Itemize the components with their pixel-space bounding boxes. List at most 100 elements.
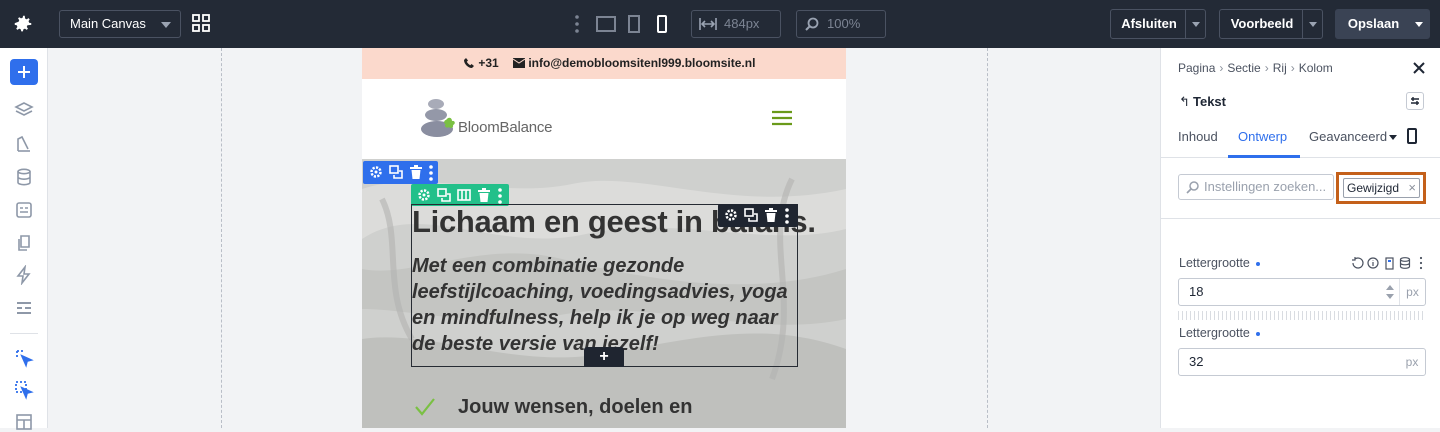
layers-icon[interactable]: [14, 100, 34, 120]
select-icon[interactable]: [14, 348, 34, 368]
mobile-icon[interactable]: [656, 14, 668, 34]
forms-icon[interactable]: [14, 200, 34, 220]
add-element-button[interactable]: [10, 59, 38, 85]
phone-contact[interactable]: +31: [463, 48, 499, 79]
zoom-input[interactable]: 100%: [796, 10, 886, 38]
element-toolbar[interactable]: [718, 204, 798, 227]
columns-icon[interactable]: [457, 188, 471, 202]
gear-icon[interactable]: [12, 13, 34, 35]
kebab-icon[interactable]: [428, 165, 434, 181]
tab-geavanceerd-label: Geavanceerd: [1309, 129, 1388, 144]
modified-dot: [1255, 261, 1260, 266]
close-button[interactable]: Afsluiten: [1110, 9, 1206, 39]
stepper-icon[interactable]: [1385, 283, 1395, 301]
phone-icon: [464, 58, 474, 68]
canvas-width-input[interactable]: 484px: [691, 10, 781, 38]
kebab-icon[interactable]: [574, 14, 580, 34]
page-preview[interactable]: +31 info@demobloomsitenl999.bloomsite.nl…: [362, 48, 846, 428]
chevron-down-icon: [1415, 22, 1423, 27]
trash-icon[interactable]: [764, 208, 778, 222]
canvas-guide-left: [221, 48, 222, 428]
contact-strip: +31 info@demobloomsitenl999.bloomsite.nl: [362, 48, 846, 79]
zoom-icon: [805, 17, 819, 31]
desktop-icon[interactable]: [596, 14, 616, 34]
preview-button[interactable]: Voorbeeld: [1219, 9, 1323, 39]
font-size-input-2[interactable]: 32 px: [1178, 348, 1426, 376]
font-size-label-text: Lettergrootte: [1179, 256, 1250, 270]
phone-text: +31: [478, 56, 499, 70]
sections-icon[interactable]: [14, 298, 34, 318]
canvas-select[interactable]: Main Canvas: [59, 10, 181, 38]
trash-icon[interactable]: [477, 188, 491, 202]
save-button-label: Opslaan: [1347, 16, 1400, 31]
canvas-select-value: Main Canvas: [70, 16, 146, 31]
section-toolbar[interactable]: [363, 161, 438, 184]
sidebar-divider: [10, 333, 38, 334]
multi-select-icon[interactable]: [14, 380, 34, 400]
breadcrumb-separator: ›: [1219, 61, 1224, 75]
kebab-icon[interactable]: [784, 208, 790, 224]
gear-icon[interactable]: [724, 208, 738, 222]
element-options-button[interactable]: [1406, 92, 1424, 110]
lightning-icon[interactable]: [14, 265, 34, 285]
settings-search-input[interactable]: Instellingen zoeken...: [1178, 174, 1334, 200]
canvas-width-value: 484px: [724, 16, 760, 31]
filter-chip-modified[interactable]: Gewijzigd ×: [1343, 178, 1420, 198]
filter-chip-label: Gewijzigd: [1347, 181, 1400, 195]
font-size-value: 18: [1189, 284, 1204, 299]
close-icon[interactable]: [1411, 60, 1427, 76]
tab-ontwerp[interactable]: Ontwerp: [1238, 129, 1287, 144]
preview-dropdown[interactable]: [1302, 10, 1322, 38]
layout-icon[interactable]: [14, 412, 34, 432]
breadcrumb-section[interactable]: Sectie: [1227, 61, 1260, 75]
mobile-icon[interactable]: [1407, 128, 1417, 144]
duplicate-icon[interactable]: [389, 165, 403, 179]
breadcrumb: Pagina › Sectie › Rij › Kolom: [1178, 61, 1333, 75]
breadcrumb-separator: ›: [1264, 61, 1269, 75]
gear-icon[interactable]: [417, 188, 431, 202]
zoom-value: 100%: [827, 16, 861, 31]
breadcrumb-row[interactable]: Rij: [1273, 61, 1287, 75]
font-size-slider[interactable]: [1178, 311, 1426, 320]
save-button[interactable]: Opslaan: [1335, 9, 1430, 39]
sliders-icon: [1411, 97, 1419, 105]
hero-subtitle[interactable]: Met een combinatie gezonde leefstijlcoac…: [412, 253, 796, 357]
left-sidebar: [0, 48, 48, 430]
canvas-guide-right: [987, 48, 988, 428]
styles-icon[interactable]: [14, 134, 34, 154]
breadcrumb-page[interactable]: Pagina: [1178, 61, 1215, 75]
back-icon[interactable]: ↰: [1179, 94, 1193, 110]
element-title-text: Tekst: [1193, 94, 1226, 109]
close-dropdown[interactable]: [1185, 10, 1205, 38]
font-size-label-2: Lettergrootte: [1179, 326, 1260, 340]
add-below-button[interactable]: +: [584, 347, 624, 367]
grid-icon[interactable]: [192, 14, 210, 32]
duplicate-icon[interactable]: [437, 188, 451, 202]
email-contact[interactable]: info@demobloomsitenl999.bloomsite.nl: [513, 48, 755, 79]
gear-icon[interactable]: [369, 165, 383, 179]
add-icon: [18, 66, 30, 78]
logo-text[interactable]: BloomBalance: [458, 119, 553, 136]
font-size-label-text: Lettergrootte: [1179, 326, 1250, 340]
breadcrumb-column[interactable]: Kolom: [1299, 61, 1333, 75]
active-tab-indicator: [1228, 155, 1300, 158]
divider: [1161, 218, 1440, 219]
row-toolbar[interactable]: [411, 184, 509, 206]
kebab-icon[interactable]: [497, 188, 503, 204]
field-actions: [1352, 256, 1423, 270]
canvas-workspace[interactable]: +31 info@demobloomsitenl999.bloomsite.nl…: [48, 48, 1160, 428]
save-dropdown[interactable]: [1409, 10, 1429, 38]
unit-select[interactable]: px: [1399, 279, 1425, 305]
settings-panel: Pagina › Sectie › Rij › Kolom ↰ Tekst Inhoud On…: [1160, 48, 1440, 428]
font-size-input[interactable]: 18 px: [1178, 278, 1426, 306]
tab-geavanceerd[interactable]: Geavanceerd: [1309, 129, 1398, 144]
tab-inhoud[interactable]: Inhoud: [1178, 129, 1218, 144]
chip-close-icon[interactable]: ×: [1408, 179, 1416, 197]
duplicate-icon[interactable]: [744, 208, 758, 222]
tablet-icon[interactable]: [627, 14, 641, 34]
trash-icon[interactable]: [409, 165, 423, 179]
database-icon[interactable]: [14, 167, 34, 187]
pages-icon[interactable]: [14, 233, 34, 253]
filter-chip-highlight: Gewijzigd ×: [1336, 172, 1426, 204]
hamburger-menu-icon[interactable]: [772, 110, 792, 126]
